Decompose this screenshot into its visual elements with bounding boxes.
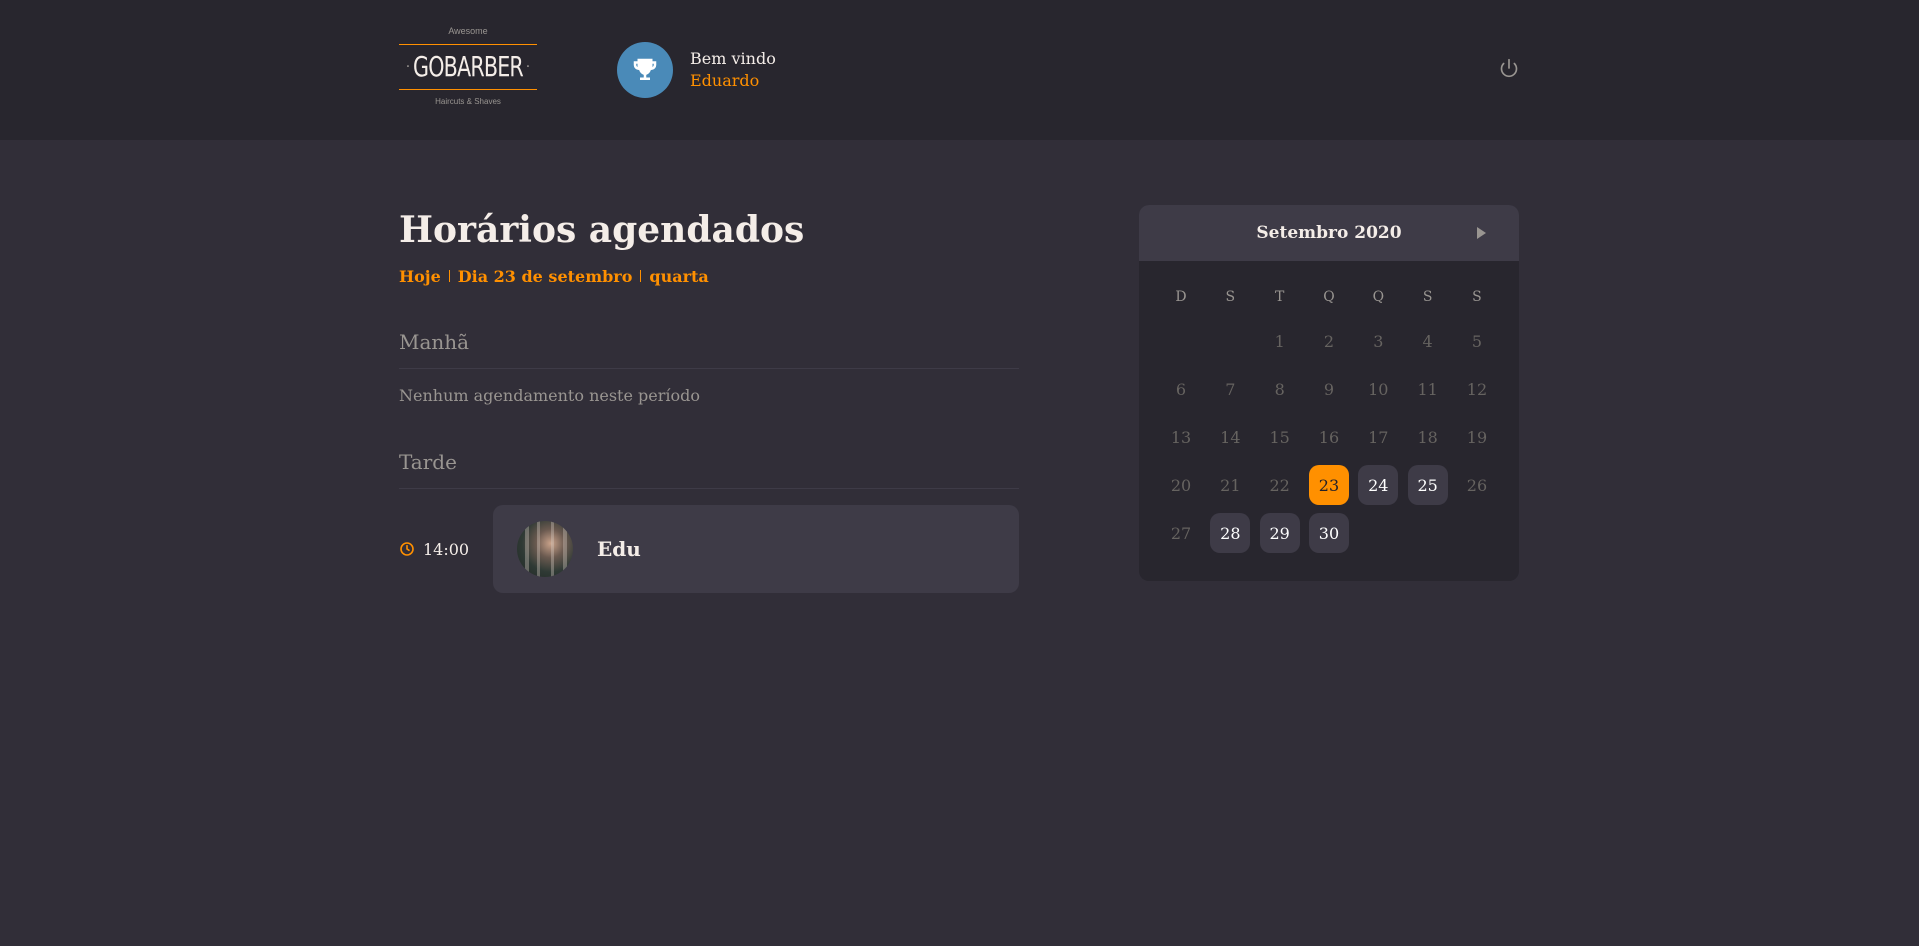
weekday-label: Q [1323,289,1335,305]
logo-tagline-top: Awesome [448,26,488,36]
morning-empty-message: Nenhum agendamento neste período [399,386,701,405]
calendar-day-disabled: 15 [1269,427,1290,447]
calendar-week-row: 27 28 29 30 [1161,509,1497,557]
calendar-day-disabled: 7 [1225,379,1236,399]
weekday-label: S [1472,289,1482,305]
appointment-item: 14:00 Edu [399,505,1019,593]
page-title: Horários agendados [399,209,805,251]
user-name-link[interactable]: Eduardo [690,70,776,92]
calendar-day-disabled: 12 [1466,379,1488,399]
avatar-detail [525,521,529,577]
calendar-empty-cell [1408,513,1448,553]
calendar-day-disabled: 4 [1422,331,1433,351]
calendar-day-disabled: 18 [1417,427,1438,447]
appointment-card[interactable]: Edu [493,505,1019,593]
calendar-day-disabled: 9 [1323,379,1335,399]
date-weekday: quarta [649,266,709,286]
calendar-day-available[interactable]: 24 [1358,465,1399,505]
avatar-detail [563,521,567,577]
weekday-label: T [1274,289,1285,305]
schedule-panel: Horários agendados Hoje Dia 23 de setemb… [399,205,1019,593]
calendar-day-disabled: 1 [1274,331,1285,351]
calendar-header: Setembro 2020 [1139,205,1519,261]
calendar-day-available[interactable]: 29 [1259,513,1300,553]
weekday-label: D [1175,289,1187,305]
calendar-day-disabled: 2 [1323,331,1335,351]
appointment-time-label: 14:00 [423,539,470,559]
client-name: Edu [597,537,641,561]
calendar-day-disabled: 27 [1170,523,1192,543]
calendar-day-disabled: 11 [1417,379,1438,399]
logout-button[interactable] [1499,58,1519,78]
logo-tagline-bottom: Haircuts & Shaves [435,97,501,106]
user-avatar[interactable] [617,42,673,98]
weekday-label: Q [1372,289,1385,305]
date-separator [448,270,450,282]
logo-brand: GOBARBER [413,50,524,83]
calendar-empty-cell [1457,513,1497,553]
calendar-day-disabled: 8 [1274,379,1285,399]
calendar-day-disabled: 21 [1220,475,1241,495]
logo-rule-bottom [399,89,537,90]
calendar-day-disabled: 13 [1170,427,1192,447]
calendar-day-disabled: 16 [1318,427,1340,447]
calendar-day-disabled: 14 [1220,427,1241,447]
weekday-label: S [1225,289,1236,305]
calendar-week-row: 20 21 22 23 24 25 26 [1161,461,1497,509]
calendar-day-disabled: 3 [1373,331,1384,351]
app-header: Awesome · GOBARBER · Haircuts & Shaves B… [0,0,1919,140]
calendar-grid: D S T Q Q S S 1 2 3 4 5 6 7 8 9 10 11 12 13 14 15 16 17 1… [1139,261,1519,557]
appointment-time: 14:00 [399,540,493,559]
calendar-month-label: Setembro 2020 [1256,223,1402,243]
user-profile[interactable]: Bem vindo Eduardo [617,42,776,98]
morning-section: Manhã Nenhum agendamento neste período [399,329,1019,405]
calendar-day-disabled: 20 [1170,475,1192,495]
calendar-day-disabled: 5 [1471,331,1483,351]
clock-icon [399,541,415,557]
afternoon-title: Tarde [399,449,1019,489]
date-today: Hoje [399,266,441,286]
calendar-day-disabled: 10 [1368,379,1389,399]
calendar: Setembro 2020 D S T Q Q S S 1 2 3 4 5 6 7 8 9 10 1… [1139,205,1519,581]
calendar-week-row: 1 2 3 4 5 [1161,317,1497,365]
gobarber-logo[interactable]: Awesome · GOBARBER · Haircuts & Shaves [399,24,537,112]
logo-brand-wrap: · GOBARBER · [399,45,537,89]
welcome-label: Bem vindo [690,49,776,68]
trophy-icon [633,58,657,80]
calendar-day-disabled: 22 [1269,475,1290,495]
profile-text: Bem vindo Eduardo [690,48,776,92]
calendar-weekdays: D S T Q Q S S [1161,277,1497,317]
calendar-day-disabled: 6 [1175,379,1187,399]
client-avatar [517,521,573,577]
calendar-empty-cell [1358,513,1398,553]
calendar-day-disabled: 26 [1466,475,1488,495]
date-day: Dia 23 de setembro [457,266,633,286]
calendar-week-row: 6 7 8 9 10 11 12 [1161,365,1497,413]
calendar-empty-cell [1161,321,1201,361]
date-line: Hoje Dia 23 de setembro quarta [399,265,1019,287]
calendar-day-disabled: 19 [1466,427,1488,447]
morning-title: Manhã [399,329,1019,369]
avatar-detail [551,521,554,577]
power-icon [1500,58,1518,78]
calendar-day-disabled: 17 [1368,427,1389,447]
logo-dot-right: · [525,59,531,75]
calendar-week-row: 13 14 15 16 17 18 19 [1161,413,1497,461]
date-separator [640,270,642,282]
afternoon-section: Tarde 14:00 Edu [399,449,1019,593]
calendar-day-available[interactable]: 30 [1308,513,1349,553]
weekday-label: S [1422,289,1433,305]
calendar-day-available[interactable]: 25 [1407,465,1448,505]
avatar-detail [537,521,540,577]
calendar-day-available[interactable]: 28 [1210,513,1251,553]
next-month-icon[interactable] [1475,225,1487,241]
calendar-empty-cell [1210,321,1250,361]
calendar-day-selected[interactable]: 23 [1308,465,1349,505]
logo-dot-left: · [405,59,411,75]
